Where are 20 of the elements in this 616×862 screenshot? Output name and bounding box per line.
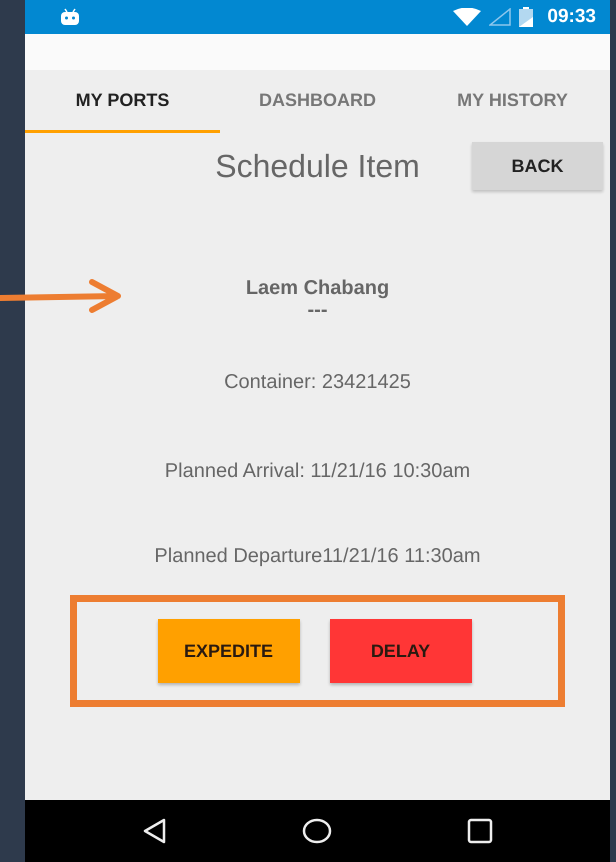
tab[interactable]: MY HISTORY [415, 70, 610, 133]
tab[interactable]: DASHBOARD [220, 70, 415, 133]
action-button[interactable]: EXPEDITE [158, 619, 300, 683]
tab[interactable]: MY PORTS [25, 70, 220, 133]
planned-departure: Planned Departure11/21/16 11:30am [154, 544, 481, 568]
home-icon[interactable] [302, 818, 332, 844]
battery-icon [519, 7, 534, 27]
planned-arrival: Planned Arrival: 11/21/16 10:30am [164, 459, 470, 483]
container-number: Container: 23421425 [224, 370, 411, 394]
back-button[interactable]: BACK [472, 142, 603, 190]
clock-time: 09:33 [547, 6, 596, 28]
recents-icon[interactable] [466, 818, 493, 844]
separator-text: --- [308, 300, 328, 320]
action-button[interactable]: DELAY [330, 619, 472, 683]
signal-icon [489, 8, 512, 26]
screen-title: Schedule Item [214, 148, 421, 184]
back-icon[interactable] [142, 818, 168, 844]
wifi-icon [453, 8, 482, 26]
android-icon [60, 8, 80, 26]
port-name: Laem Chabang [246, 276, 390, 300]
